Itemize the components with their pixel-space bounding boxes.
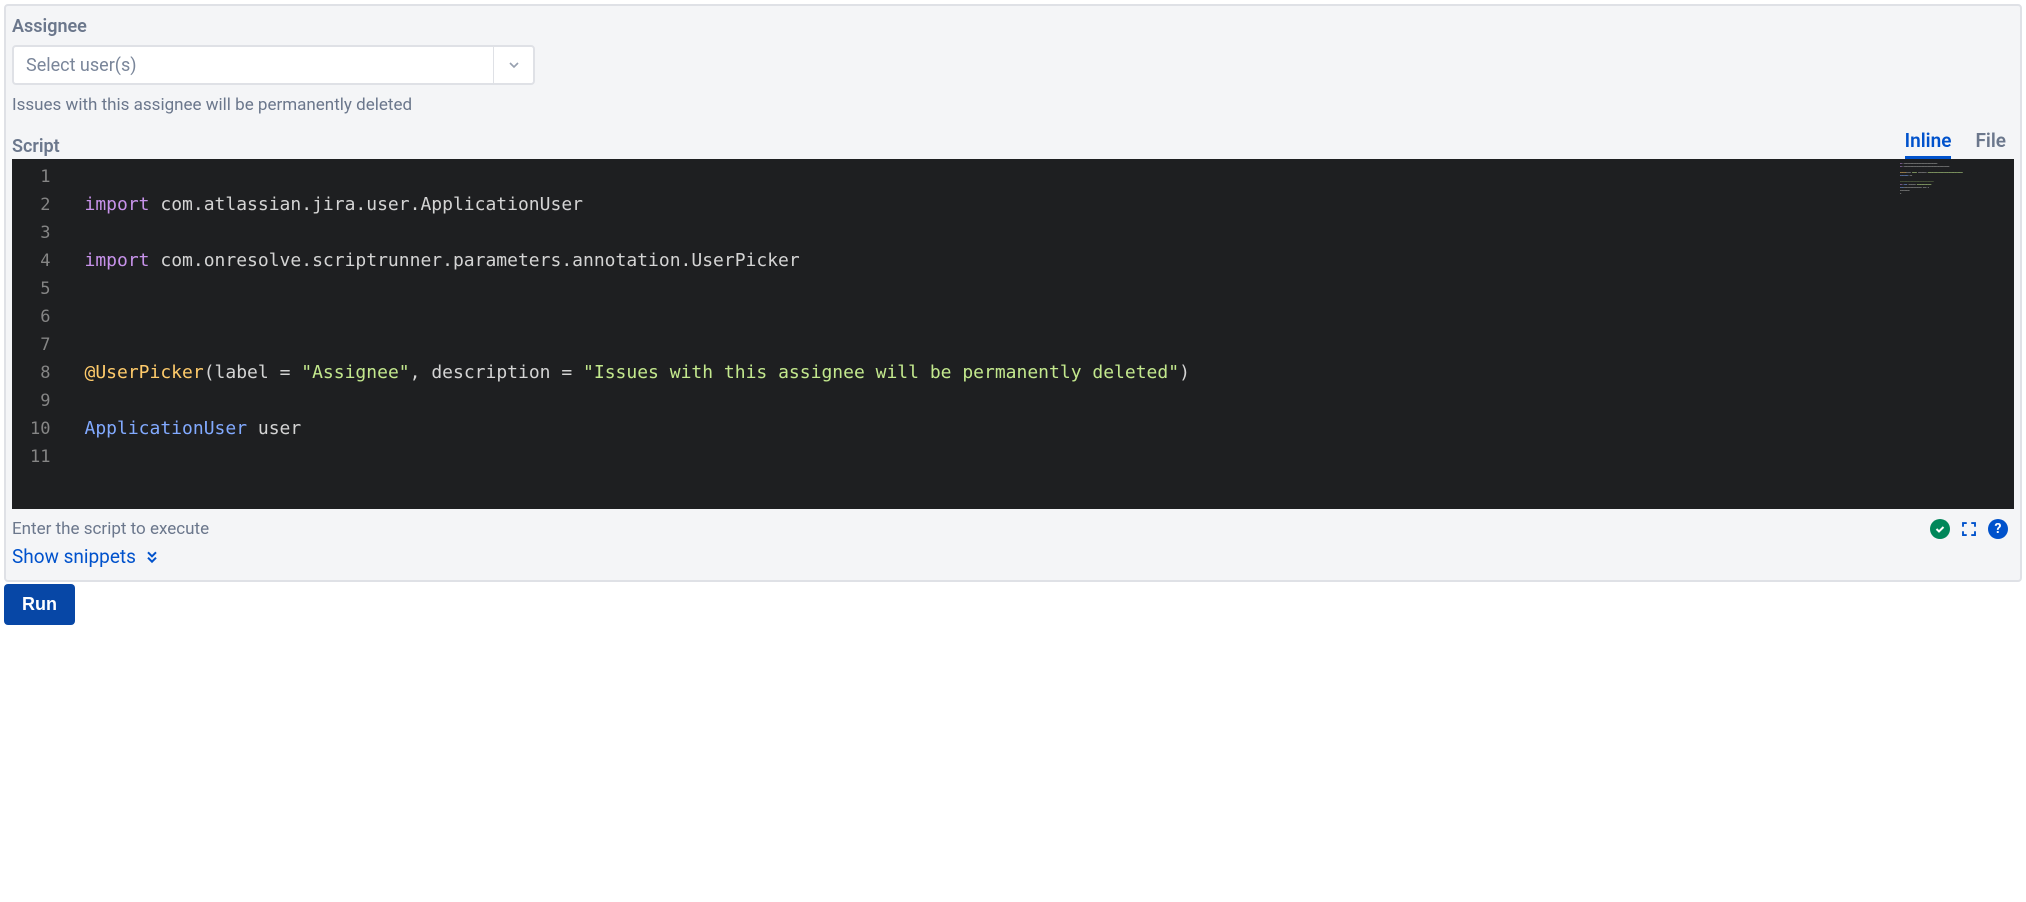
script-header: Script Inline File	[12, 129, 2014, 159]
chevron-double-down-icon	[144, 549, 160, 565]
code-content: import com.atlassian.jira.user.Applicati…	[60, 159, 1896, 509]
script-label: Script	[12, 136, 60, 157]
assignee-select[interactable]: Select user(s)	[12, 45, 535, 85]
line-gutter: 1234567891011	[12, 159, 60, 509]
check-ok-icon[interactable]	[1930, 519, 1950, 539]
tab-inline[interactable]: Inline	[1905, 129, 1952, 159]
assignee-placeholder: Select user(s)	[14, 47, 493, 83]
minimap[interactable]: ▬▬ ▬▬▬▬▬▬▬▬▬▬▬▬▬▬▬▬▬▬▬▬▬▬▬▬▬▬▬▬ ▬▬ ▬▬▬▬▬…	[1896, 159, 2014, 509]
footer-icons: ?	[1930, 519, 2008, 539]
expand-icon[interactable]	[1960, 520, 1978, 538]
code-editor[interactable]: 1234567891011 import com.atlassian.jira.…	[12, 159, 2014, 509]
show-snippets-link[interactable]: Show snippets	[12, 543, 2014, 580]
chevron-down-icon	[493, 47, 533, 83]
assignee-label: Assignee	[12, 16, 2014, 37]
assignee-helper: Issues with this assignee will be perman…	[12, 95, 2014, 115]
editor-footer: Enter the script to execute ?	[12, 509, 2014, 543]
run-button[interactable]: Run	[4, 584, 75, 625]
help-icon[interactable]: ?	[1988, 519, 2008, 539]
script-tabs: Inline File	[1905, 129, 2014, 159]
script-hint: Enter the script to execute	[12, 519, 209, 539]
form-panel: Assignee Select user(s) Issues with this…	[4, 4, 2022, 582]
tab-file[interactable]: File	[1975, 129, 2006, 159]
